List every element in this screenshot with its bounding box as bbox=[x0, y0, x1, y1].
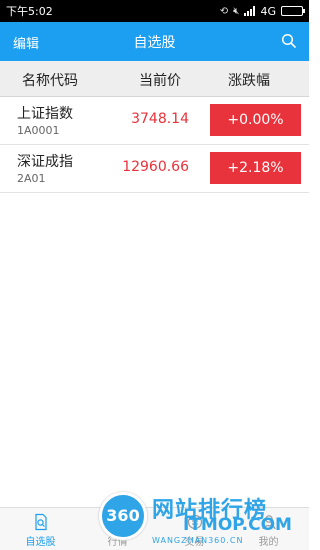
app-bar: 编辑 自选股 bbox=[0, 22, 309, 61]
stock-code: 2A01 bbox=[17, 172, 46, 185]
column-name-code[interactable]: 名称代码 bbox=[22, 70, 78, 90]
stock-change-badge[interactable]: +0.00% bbox=[210, 104, 301, 136]
search-button[interactable] bbox=[281, 33, 297, 49]
stock-name: 深证成指 bbox=[17, 154, 73, 170]
stock-row[interactable]: 上证指数 1A0001 3748.14 +0.00% bbox=[0, 97, 309, 145]
column-current-price[interactable]: 当前价 bbox=[139, 70, 181, 90]
watermark-subtext: WANGZHAN360.CN bbox=[152, 536, 244, 545]
status-icons: ⟲ 🔇︎ 4G bbox=[219, 4, 305, 18]
stock-code: 1A0001 bbox=[17, 124, 60, 137]
stock-price: 3748.14 bbox=[131, 111, 189, 127]
stock-price: 12960.66 bbox=[122, 159, 189, 175]
signal-icon bbox=[244, 6, 256, 16]
stock-name: 上证指数 bbox=[17, 106, 73, 122]
column-change-percent[interactable]: 涨跌幅 bbox=[228, 70, 270, 90]
status-time: 下午5:02 bbox=[6, 5, 53, 18]
page-title: 自选股 bbox=[133, 35, 176, 51]
watermark-logo: 360 bbox=[99, 492, 147, 540]
battery-icon bbox=[281, 6, 305, 16]
watermark-domain: ITMOP.COM bbox=[183, 515, 292, 535]
mute-icon: 🔇︎ bbox=[233, 5, 240, 17]
stock-change-badge[interactable]: +2.18% bbox=[210, 152, 301, 184]
tab-label: 自选股 bbox=[25, 537, 56, 548]
stock-row[interactable]: 深证成指 2A01 12960.66 +2.18% bbox=[0, 145, 309, 193]
column-header: 名称代码 当前价 涨跌幅 bbox=[0, 61, 309, 97]
status-bar: 下午5:02 ⟲ 🔇︎ 4G bbox=[0, 0, 309, 22]
tab-watchlist[interactable]: 自选股 bbox=[2, 508, 79, 550]
watchlist-icon bbox=[34, 513, 47, 531]
rotation-lock-icon: ⟲ bbox=[219, 5, 229, 17]
network-type: 4G bbox=[260, 4, 276, 18]
search-icon bbox=[281, 33, 296, 48]
